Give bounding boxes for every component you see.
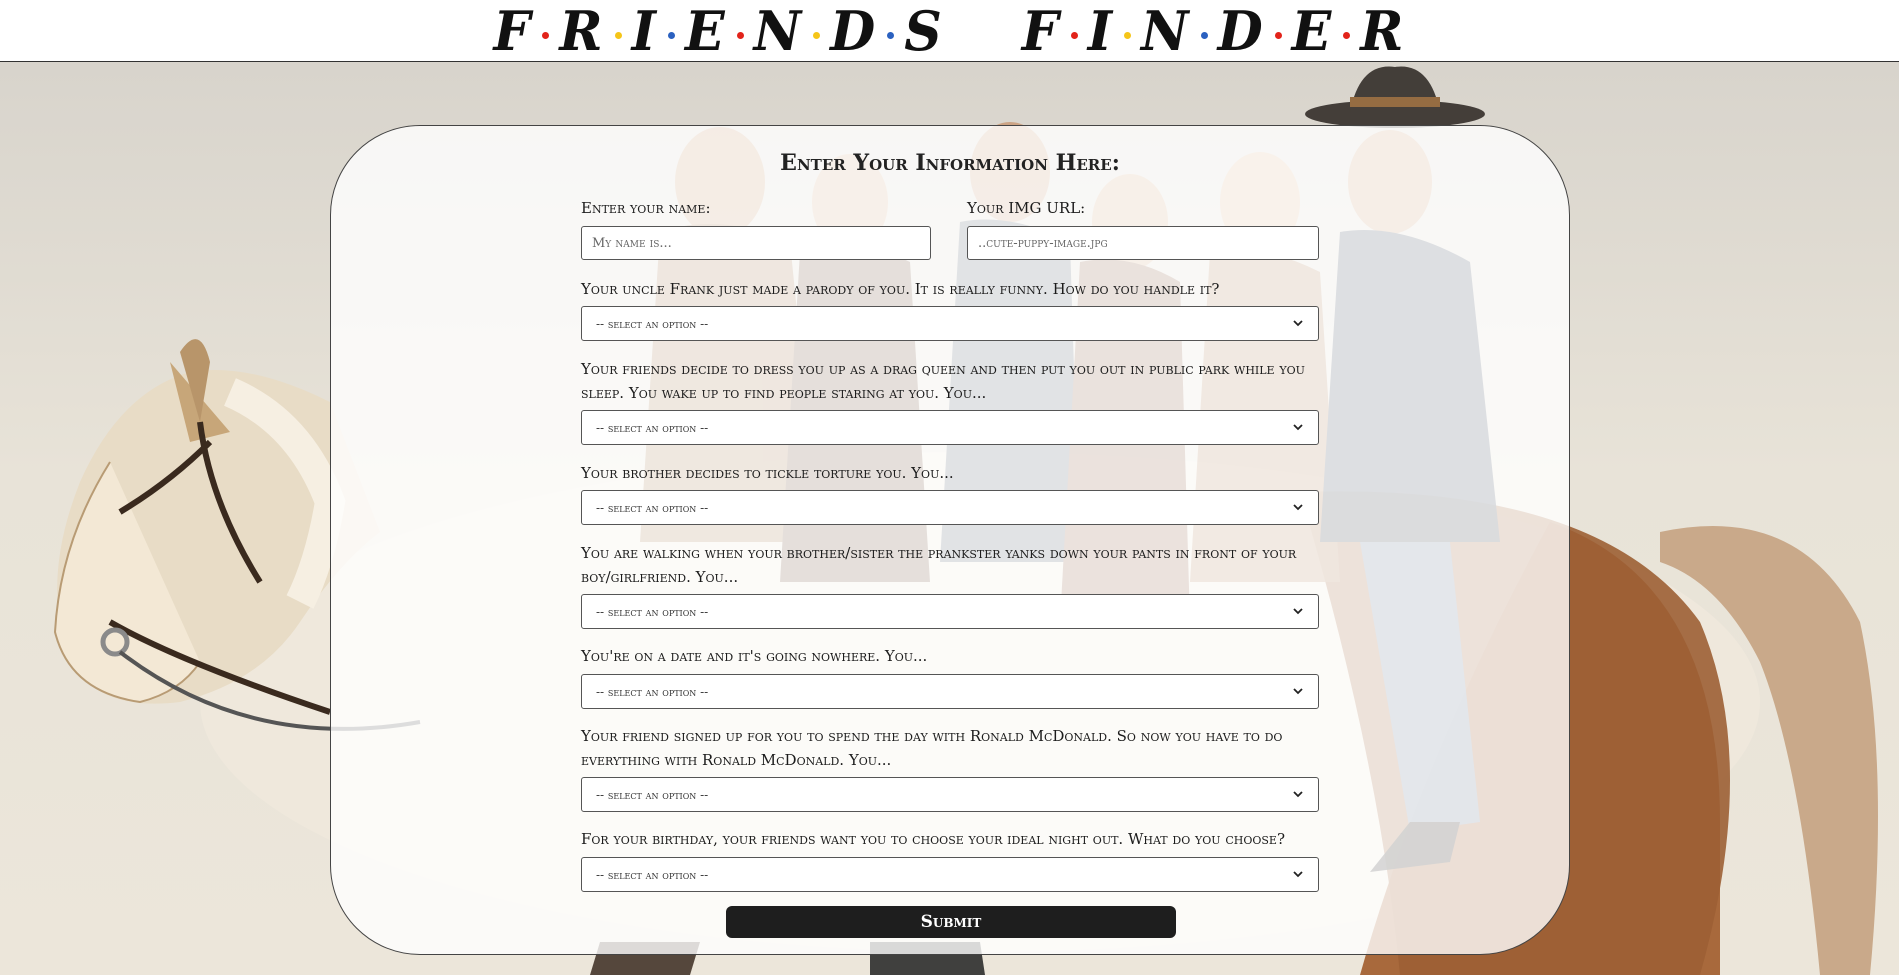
logo-dot <box>614 32 622 39</box>
name-label: Enter your name: <box>581 199 711 217</box>
logo-letter: R <box>559 0 605 63</box>
question-3-label: Your brother decides to tickle torture y… <box>581 464 954 482</box>
img-url-label: Your IMG URL: <box>967 199 1086 217</box>
select-value: -- select an option -- <box>596 867 709 882</box>
chevron-down-icon <box>1292 789 1304 801</box>
select-value: -- select an option -- <box>596 420 709 435</box>
chevron-down-icon <box>1292 686 1304 698</box>
logo-letter: E <box>684 0 727 63</box>
logo-word-finder: FINDER <box>1021 0 1406 63</box>
logo-letter: R <box>1360 0 1406 63</box>
logo-dot <box>887 32 895 39</box>
logo-letter: I <box>1087 0 1115 63</box>
question-4-label: You are walking when your brother/sister… <box>581 544 1297 586</box>
logo-letter: E <box>1291 0 1334 63</box>
logo-letter: D <box>1217 0 1265 63</box>
friends-finder-logo: FRIENDS FINDER <box>493 0 1406 63</box>
logo-dot <box>542 32 550 39</box>
logo-dot <box>736 32 744 39</box>
logo-dot <box>813 32 821 39</box>
form-title: Enter Your Information Here: <box>780 150 1120 176</box>
logo-dot <box>1200 32 1208 39</box>
question-1-select[interactable]: -- select an option -- <box>581 306 1319 341</box>
site-header: FRIENDS FINDER <box>0 0 1899 62</box>
chevron-down-icon <box>1292 502 1304 514</box>
logo-letter: N <box>1141 0 1191 63</box>
logo-letter: F <box>493 0 533 63</box>
submit-button[interactable]: Submit <box>726 906 1176 938</box>
logo-letter: N <box>753 0 804 63</box>
select-value: -- select an option -- <box>596 500 709 515</box>
select-value: -- select an option -- <box>596 684 709 699</box>
logo-dot <box>667 32 675 39</box>
question-6-label: Your friend signed up for you to spend t… <box>581 727 1283 769</box>
chevron-down-icon <box>1292 606 1304 618</box>
question-5-label: You're on a date and it's going nowhere.… <box>581 647 928 665</box>
survey-form-card: Enter Your Information Here: Enter your … <box>330 125 1570 955</box>
select-value: -- select an option -- <box>596 604 709 619</box>
question-7-label: For your birthday, your friends want you… <box>581 830 1285 848</box>
chevron-down-icon <box>1292 318 1304 330</box>
logo-dot <box>1274 32 1282 39</box>
logo-dot <box>1070 32 1078 39</box>
question-7-select[interactable]: -- select an option -- <box>581 857 1319 892</box>
question-4-select[interactable]: -- select an option -- <box>581 594 1319 629</box>
img-url-input[interactable] <box>967 226 1319 260</box>
logo-letter: I <box>631 0 658 63</box>
logo-dot <box>1343 32 1351 39</box>
logo-letter: D <box>830 0 878 63</box>
question-6-select[interactable]: -- select an option -- <box>581 777 1319 812</box>
select-value: -- select an option -- <box>596 316 709 331</box>
question-1-label: Your uncle Frank just made a parody of y… <box>581 280 1220 298</box>
question-5-select[interactable]: -- select an option -- <box>581 674 1319 709</box>
chevron-down-icon <box>1292 422 1304 434</box>
name-input[interactable] <box>581 226 931 260</box>
question-3-select[interactable]: -- select an option -- <box>581 490 1319 525</box>
logo-word-friends: FRIENDS <box>493 0 944 63</box>
logo-letter: F <box>1021 0 1061 63</box>
question-2-select[interactable]: -- select an option -- <box>581 410 1319 445</box>
chevron-down-icon <box>1292 869 1304 881</box>
question-2-label: Your friends decide to dress you up as a… <box>581 360 1305 402</box>
logo-letter: S <box>904 0 944 63</box>
logo-dot <box>1124 32 1132 39</box>
select-value: -- select an option -- <box>596 787 709 802</box>
